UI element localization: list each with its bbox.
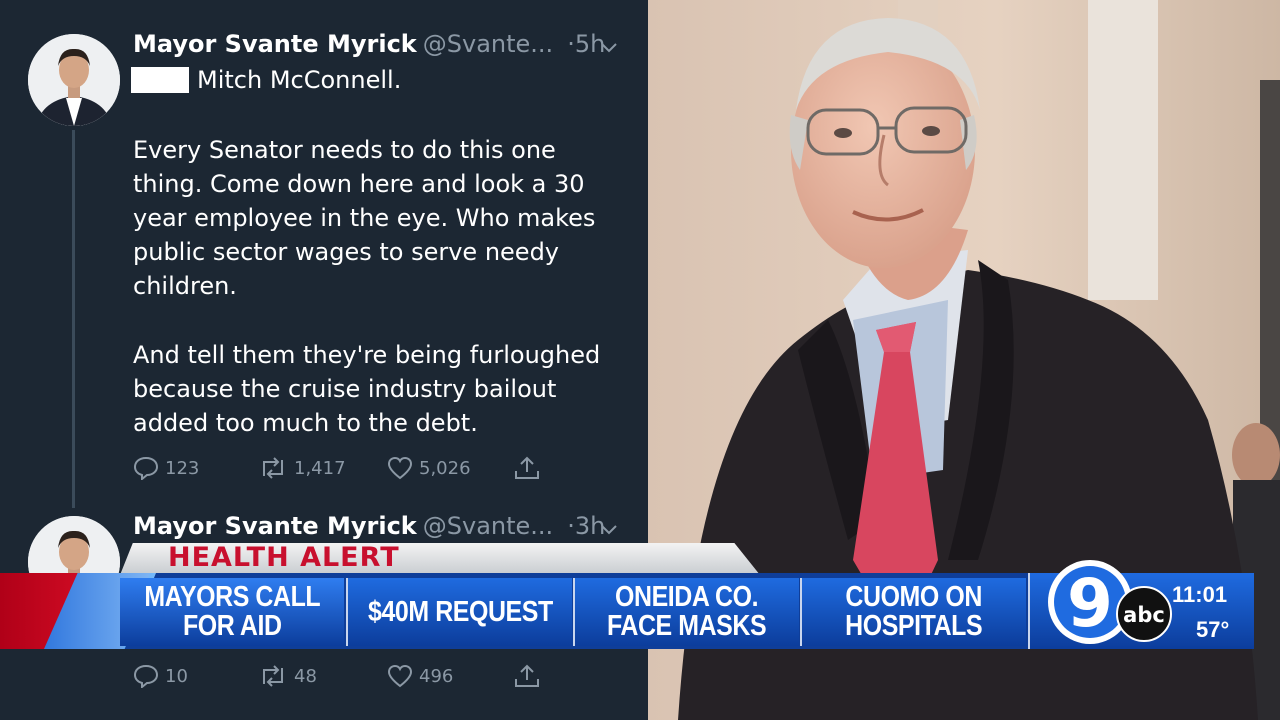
ticker-headline-text: MAYORS CALL FOR AID xyxy=(144,581,320,642)
health-alert-label: HEALTH ALERT xyxy=(168,542,400,573)
reply-button[interactable]: 10 xyxy=(133,661,188,691)
temperature: 57° xyxy=(1196,617,1230,642)
retweet-button[interactable]: 48 xyxy=(258,661,317,691)
share-icon xyxy=(515,456,539,479)
reply-icon xyxy=(133,456,159,480)
reply-count: 123 xyxy=(165,457,200,479)
tweet-text-line: year employee in the eye. Who makes xyxy=(133,204,596,232)
time-separator: · xyxy=(567,30,575,58)
redaction-box xyxy=(131,67,189,93)
like-count: 5,026 xyxy=(419,457,471,479)
author-name[interactable]: Mayor Svante Myrick xyxy=(133,30,417,58)
tweet-text-line: thing. Come down here and look a 30 xyxy=(133,170,585,198)
tweet-text-line: Mitch McConnell. xyxy=(197,66,402,94)
tweet-header: Mayor Svante Myrick @Svante... ·3h xyxy=(133,512,605,540)
retweet-count: 48 xyxy=(294,665,317,687)
like-icon xyxy=(387,664,413,688)
retweet-button[interactable]: 1,417 xyxy=(258,453,346,483)
tweet-text-line: added too much to the debt. xyxy=(133,409,478,437)
retweet-count: 1,417 xyxy=(294,457,346,479)
ticker-headline-mayors: MAYORS CALL FOR AID xyxy=(120,578,344,646)
tweet-text-line: children. xyxy=(133,272,237,300)
avatar[interactable] xyxy=(28,34,120,126)
author-name[interactable]: Mayor Svante Myrick xyxy=(133,512,417,540)
author-handle[interactable]: @Svante... xyxy=(423,30,553,58)
logo-number: 9 xyxy=(1067,565,1113,642)
tweet-text-line: because the cruise industry bailout xyxy=(133,375,557,403)
tweet-text-line: public sector wages to serve needy xyxy=(133,238,559,266)
reply-icon xyxy=(133,664,159,688)
ticker-headline-request: $40M REQUEST xyxy=(346,578,572,646)
share-button[interactable] xyxy=(513,453,547,483)
like-icon xyxy=(387,456,413,480)
network-logo: abc xyxy=(1123,603,1165,627)
ticker-headline-masks: ONEIDA CO. FACE MASKS xyxy=(573,578,799,646)
tweet-header: Mayor Svante Myrick @Svante... ·5h xyxy=(133,30,605,58)
like-button[interactable]: 496 xyxy=(387,661,453,691)
retweet-icon xyxy=(263,665,283,687)
tweet-text-line: Every Senator needs to do this one xyxy=(133,136,556,164)
reply-count: 10 xyxy=(165,665,188,687)
retweet-icon xyxy=(263,457,283,479)
share-button[interactable] xyxy=(513,661,547,691)
ticker-headline-text: $40M REQUEST xyxy=(367,595,553,628)
author-handle[interactable]: @Svante... xyxy=(423,512,553,540)
like-button[interactable]: 5,026 xyxy=(387,453,471,483)
station-logo: 9 abc xyxy=(1048,560,1172,644)
chevron-down-icon[interactable] xyxy=(598,36,620,58)
reply-button[interactable]: 123 xyxy=(133,453,199,483)
time-separator: · xyxy=(567,512,575,540)
health-alert-bar: HEALTH ALERT xyxy=(120,542,760,575)
clock-time: 11:01 xyxy=(1172,582,1228,607)
chevron-down-icon[interactable] xyxy=(598,518,620,540)
like-count: 496 xyxy=(419,665,454,687)
thread-connector-line xyxy=(72,130,75,508)
ticker-headline-text: ONEIDA CO. FACE MASKS xyxy=(607,581,767,642)
ticker-headline-text: CUOMO ON HOSPITALS xyxy=(845,581,983,642)
ticker-headline-hospitals: CUOMO ON HOSPITALS xyxy=(800,578,1026,646)
share-icon xyxy=(515,664,539,687)
news-broadcast-frame: Mayor Svante Myrick @Svante... ·5h Mitch M… xyxy=(0,0,1280,720)
tweet-text-line: And tell them they're being furloughed xyxy=(133,341,601,369)
